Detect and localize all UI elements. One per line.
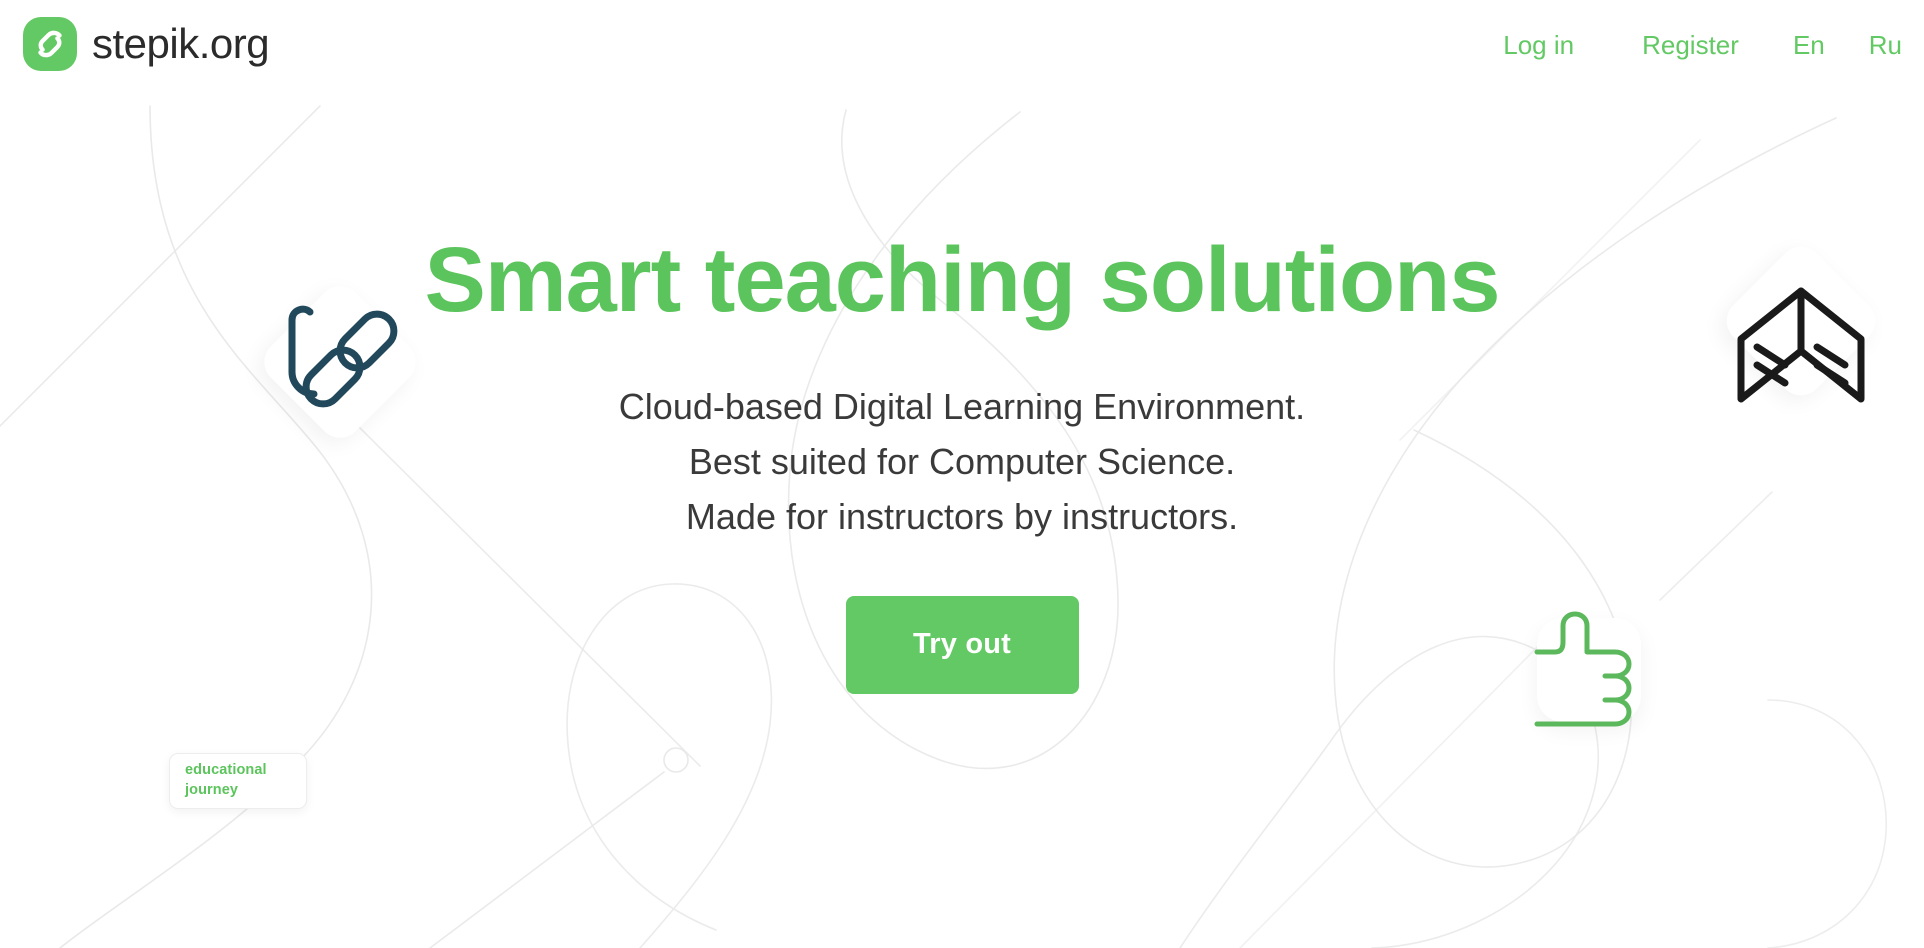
educational-journey-badge: educational journey (169, 753, 307, 809)
pen-bookmark-icon (288, 305, 398, 408)
nav-item-register[interactable]: Register (1642, 32, 1739, 58)
open-book-icon-tile (1717, 237, 1885, 405)
nav-item-language-en[interactable]: En (1793, 32, 1825, 58)
site-header: stepik.org Log in Register En Ru (0, 0, 1924, 96)
pen-bookmark-icon-tile (255, 277, 425, 447)
try-out-button[interactable]: Try out (845, 595, 1079, 694)
thumbs-up-icon (1534, 611, 1632, 727)
main-navigation: Log in Register En Ru (1503, 32, 1902, 58)
open-book-icon (1737, 287, 1865, 403)
thumbs-up-icon-tile (1534, 611, 1641, 727)
page-root: stepik.org Log in Register En Ru educati… (0, 0, 1924, 948)
nav-item-language-ru[interactable]: Ru (1869, 32, 1902, 58)
brand-name: stepik.org (92, 20, 270, 67)
hero-subtitle-line-3: Made for instructors by instructors. (685, 495, 1239, 537)
brand-logo-link[interactable]: stepik.org (22, 16, 270, 72)
badge-line-1: educational (185, 762, 267, 779)
badge-line-2: journey (185, 782, 239, 798)
stepik-logo-icon (22, 16, 78, 72)
nav-item-login[interactable]: Log in (1503, 32, 1574, 58)
